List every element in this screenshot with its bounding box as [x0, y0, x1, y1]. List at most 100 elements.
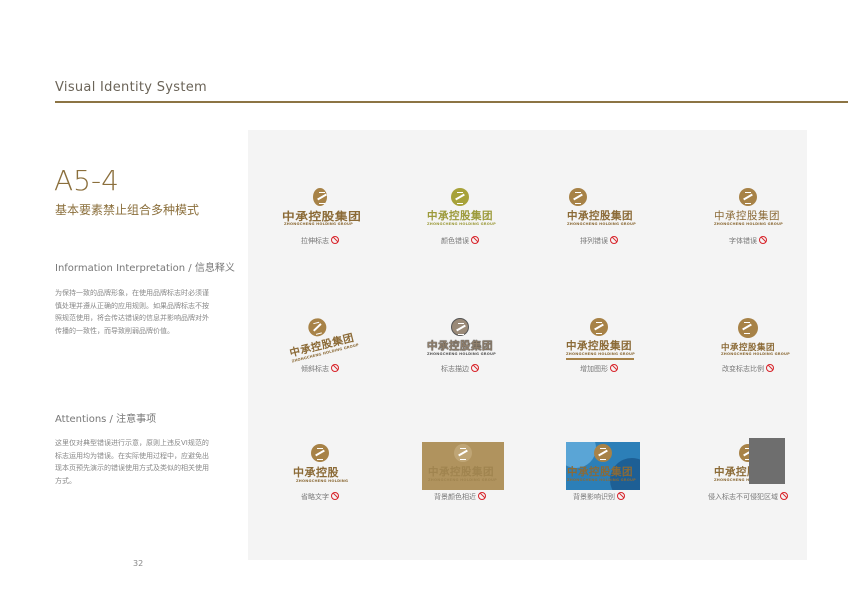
example-caption: 背景颜色相近 [400, 492, 520, 502]
logo-name-en: ZHONGCHENG HOLDING GROUP [567, 478, 636, 482]
page-number: 32 [133, 559, 144, 568]
example-caption: 排列错误 [539, 236, 659, 246]
logo-name-en: ZHONGCHENG HOLDING GROUP [284, 222, 353, 226]
logo-name-cn: 中承控股集团 [567, 210, 633, 222]
logo-name-cn: 中承控股集团 [714, 210, 780, 222]
logo-emblem-icon [451, 318, 469, 336]
prohibited-icon [471, 364, 479, 372]
logo-name-en: ZHONGCHENG HOLDING GROUP [567, 222, 636, 226]
attentions-line: 方式。 [55, 476, 76, 485]
caption-text: 拉伸标志 [301, 237, 329, 245]
info-line: 传播的一致性，而导致削弱品牌价值。 [55, 326, 174, 335]
logo-emblem-icon [313, 188, 327, 206]
similar-background-logo: 中承控股集团 ZHONGCHENG HOLDING GROUP [422, 442, 504, 490]
caption-text: 省略文字 [301, 493, 329, 501]
attentions-line: 这里仅对典型错误进行示意，原则上违反VI规范的 [55, 439, 209, 447]
logo-name-en: ZHONGCHENG HOLDING GROUP [427, 222, 496, 226]
example-caption: 字体错误 [688, 236, 808, 246]
added-underline-shape [566, 358, 634, 360]
example-wrong-arrangement: 中承控股集团 ZHONGCHENG HOLDING GROUP 排列错误 [539, 186, 659, 266]
example-caption: 侵入标志不可侵犯区域 [688, 492, 808, 502]
logo-name-cn: 中承控股集团 [428, 466, 494, 478]
logo-emblem-icon [594, 444, 612, 462]
info-line: 为保持一致的品牌形象，在使用品牌标志时必须谨 [55, 289, 209, 297]
caption-text: 标志描边 [441, 365, 469, 373]
wrong-color-logo: 中承控股集团 ZHONGCHENG HOLDING GROUP [400, 186, 520, 234]
example-wrong-font: 中承控股集团 ZHONGCHENG HOLDING GROUP 字体错误 [688, 186, 808, 266]
prohibited-icon [331, 364, 339, 372]
logo-name-cn: 中承控股集团 [427, 340, 493, 352]
attentions-text: 这里仅对典型错误进行示意，原则上违反VI规范的 标志运用均为错误。在实际使用过程… [55, 437, 230, 487]
omitted-text-logo: 中承控股 ZHONGCHENG HOLDING [260, 442, 380, 490]
caption-text: 侵入标志不可侵犯区域 [708, 493, 778, 501]
example-caption: 背景影响识别 [539, 492, 659, 502]
prohibited-icon [610, 364, 618, 372]
stretched-logo: 中承控股集团 ZHONGCHENG HOLDING GROUP [260, 186, 380, 234]
example-busy-background: 中承控股集团 ZHONGCHENG HOLDING GROUP 背景影响识别 [539, 442, 659, 522]
header-title: Visual Identity System [55, 80, 207, 95]
logo-name-cn: 中承控股集团 [427, 210, 493, 222]
prohibited-icon [759, 236, 767, 244]
example-similar-background: 中承控股集团 ZHONGCHENG HOLDING GROUP 背景颜色相近 [400, 442, 520, 522]
logo-emblem-icon [739, 188, 757, 206]
logo-name-en: ZHONGCHENG HOLDING GROUP [714, 222, 783, 226]
caption-text: 颜色错误 [441, 237, 469, 245]
caption-text: 增加图形 [580, 365, 608, 373]
attentions-line: 标志运用均为错误。在实际使用过程中，应避免出 [55, 451, 209, 460]
prohibited-icon [471, 236, 479, 244]
info-text: 为保持一致的品牌形象，在使用品牌标志时必须谨 慎处理并遵从正确的应用规则。如果品… [55, 287, 230, 337]
logo-emblem-icon [454, 444, 472, 462]
example-tilted-logo: 中承控股集团 ZHONGCHENG HOLDING GROUP 倾斜标志 [260, 314, 380, 394]
example-omitted-text: 中承控股 ZHONGCHENG HOLDING 省略文字 [260, 442, 380, 522]
example-caption: 倾斜标志 [260, 364, 380, 374]
caption-text: 倾斜标志 [301, 365, 329, 373]
section-code: A5-4 [54, 164, 119, 197]
prohibited-icon [478, 492, 486, 500]
prohibited-icon [617, 492, 625, 500]
example-wrong-color: 中承控股集团 ZHONGCHENG HOLDING GROUP 颜色错误 [400, 186, 520, 266]
logo-name-cn: 中承控股集团 [566, 340, 632, 352]
prohibited-icon [766, 364, 774, 372]
attentions-line: 现本页预先演示的错误使用方式及类似的相关使用 [55, 464, 209, 472]
caption-text: 背景颜色相近 [434, 493, 476, 501]
logo-emblem-icon [590, 318, 608, 336]
logo-name-en: ZHONGCHENG HOLDING [296, 479, 349, 483]
protected-area-logo: 中承控股集团 ZHONGCHENG HOLDING GROUP [688, 438, 808, 490]
example-changed-proportion: 中承控股集团 ZHONGCHENG HOLDING GROUP 改变标志比例 [688, 314, 808, 394]
logo-emblem-icon [738, 318, 758, 338]
example-caption: 拉伸标志 [260, 236, 380, 246]
attentions-heading: Attentions / 注意事项 [55, 414, 157, 425]
example-caption: 颜色错误 [400, 236, 520, 246]
prohibited-icon [331, 236, 339, 244]
example-caption: 增加图形 [539, 364, 659, 374]
prohibited-icon [780, 492, 788, 500]
logo-emblem-icon [311, 444, 329, 462]
caption-text: 字体错误 [729, 237, 757, 245]
caption-text: 背景影响识别 [573, 493, 615, 501]
header-divider [55, 101, 848, 103]
prohibited-icon [610, 236, 618, 244]
example-caption: 标志描边 [400, 364, 520, 374]
logo-emblem-icon [451, 188, 469, 206]
logo-emblem-icon [306, 316, 329, 339]
logo-name-en: ZHONGCHENG HOLDING GROUP [566, 352, 635, 356]
wrong-arrangement-logo: 中承控股集团 ZHONGCHENG HOLDING GROUP [539, 186, 659, 234]
caption-text: 改变标志比例 [722, 365, 764, 373]
info-heading: Information Interpretation / 信息释义 [55, 263, 235, 274]
example-caption: 省略文字 [260, 492, 380, 502]
logo-name-en: ZHONGCHENG HOLDING GROUP [427, 352, 496, 356]
info-line: 慎处理并遵从正确的应用规则。如果品牌标志不按 [55, 301, 209, 310]
outlined-logo: 中承控股集团 ZHONGCHENG HOLDING GROUP [400, 314, 520, 362]
example-added-graphics: 中承控股集团 ZHONGCHENG HOLDING GROUP 增加图形 [539, 314, 659, 394]
logo-emblem-icon [569, 188, 587, 206]
logo-name-cn: 中承控股 [293, 466, 339, 479]
wrong-font-logo: 中承控股集团 ZHONGCHENG HOLDING GROUP [688, 186, 808, 234]
example-outlined-logo: 中承控股集团 ZHONGCHENG HOLDING GROUP 标志描边 [400, 314, 520, 394]
prohibited-icon [331, 492, 339, 500]
logo-name-en: ZHONGCHENG HOLDING GROUP [428, 478, 497, 482]
added-graphics-logo: 中承控股集团 ZHONGCHENG HOLDING GROUP [539, 314, 659, 362]
misuse-examples-panel: 中承控股集团 ZHONGCHENG HOLDING GROUP 拉伸标志 中承控… [248, 130, 807, 560]
busy-background-logo: 中承控股集团 ZHONGCHENG HOLDING GROUP [566, 442, 640, 490]
example-caption: 改变标志比例 [688, 364, 808, 374]
logo-name-en: ZHONGCHENG HOLDING GROUP [721, 352, 790, 356]
